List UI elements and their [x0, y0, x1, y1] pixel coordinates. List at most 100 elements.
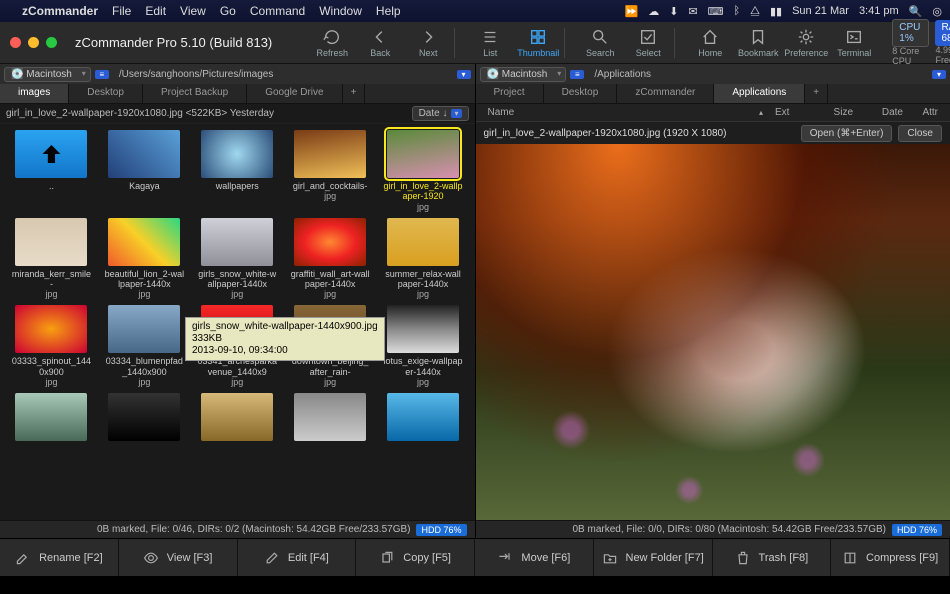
- menu-file[interactable]: File: [112, 4, 131, 18]
- toolbar-search[interactable]: Search: [578, 28, 622, 58]
- menu-go[interactable]: Go: [220, 4, 236, 18]
- menubar-extra-icon[interactable]: ᛒ: [734, 5, 741, 17]
- toolbar-back[interactable]: Back: [358, 28, 402, 58]
- left-drive-menu[interactable]: ≡: [95, 70, 109, 79]
- fn-copy-button[interactable]: Copy [F5]: [356, 539, 475, 576]
- menubar-time[interactable]: 3:41 pm: [859, 5, 899, 17]
- col-name[interactable]: Name: [482, 107, 753, 118]
- compress-icon: [842, 550, 858, 566]
- menu-command[interactable]: Command: [250, 4, 305, 18]
- thumbnail-cell[interactable]: girls_snow_white-wallpaper-1440xjpg: [194, 218, 281, 300]
- image-preview[interactable]: [476, 144, 950, 520]
- toolbar-thumbnail[interactable]: Thumbnail: [516, 28, 560, 58]
- toolbar-terminal[interactable]: Terminal: [832, 28, 876, 58]
- col-ext[interactable]: Ext: [769, 107, 809, 118]
- thumbnail-image: [15, 305, 87, 353]
- left-tab[interactable]: Desktop: [69, 84, 143, 103]
- left-tab[interactable]: images: [0, 84, 69, 103]
- preview-open-button[interactable]: Open (⌘+Enter): [801, 125, 893, 142]
- window-minimize[interactable]: [28, 37, 39, 48]
- toolbar-home[interactable]: Home: [688, 28, 732, 58]
- left-path-menu[interactable]: ▾: [457, 70, 471, 79]
- right-tab[interactable]: Applications: [714, 84, 805, 103]
- trash-icon: [735, 550, 751, 566]
- thumbnail-cell[interactable]: 03333_spinout_1440x900jpg: [8, 305, 95, 387]
- toolbar-next[interactable]: Next: [406, 28, 450, 58]
- fn-rename-button[interactable]: Rename [F2]: [0, 539, 119, 576]
- thumbnail-cell[interactable]: Kagaya: [101, 130, 188, 212]
- fn-compress-button[interactable]: Compress [F9]: [831, 539, 950, 576]
- thumbnail-label: lotus_exige-wallpaper-1440x: [383, 356, 463, 377]
- menubar-wifi-icon[interactable]: ⧋: [750, 5, 760, 18]
- menu-edit[interactable]: Edit: [145, 4, 166, 18]
- thumbnail-ext: jpg: [231, 377, 243, 387]
- app-menu[interactable]: zCommander: [22, 4, 98, 18]
- toolbar-select[interactable]: Select: [626, 28, 670, 58]
- thumbnail-cell[interactable]: [287, 393, 374, 441]
- window-zoom[interactable]: [46, 37, 57, 48]
- thumbnail-cell[interactable]: summer_relax-wallpaper-1440xjpg: [380, 218, 467, 300]
- menubar-extra-icon[interactable]: ☁: [648, 5, 659, 18]
- right-tab-add[interactable]: +: [805, 84, 828, 103]
- left-tab[interactable]: Google Drive: [247, 84, 342, 103]
- right-tab[interactable]: Desktop: [544, 84, 618, 103]
- menubar-search-icon[interactable]: 🔍: [909, 5, 923, 18]
- thumbnail-cell[interactable]: girl_and_cocktails-jpg: [287, 130, 374, 212]
- fn-view-button[interactable]: View [F3]: [119, 539, 238, 576]
- fn-newfolder-button[interactable]: New Folder [F7]: [594, 539, 713, 576]
- thumbnail-cell[interactable]: [194, 393, 281, 441]
- thumbnail-cell[interactable]: [380, 393, 467, 441]
- preview-header: girl_in_love_2-wallpaper-1920x1080.jpg (…: [476, 122, 950, 144]
- thumbnail-cell[interactable]: [101, 393, 188, 441]
- fn-edit-button[interactable]: Edit [F4]: [238, 539, 357, 576]
- right-drive-menu[interactable]: ≡: [570, 70, 584, 79]
- right-tab[interactable]: Project: [476, 84, 544, 103]
- toolbar-bookmark[interactable]: Bookmark: [736, 28, 780, 58]
- left-sort-button[interactable]: Date ↓▾: [412, 106, 469, 121]
- menubar-extra-icon[interactable]: ⬇: [669, 5, 678, 18]
- fn-label: Edit [F4]: [288, 552, 329, 564]
- menubar-extra-icon[interactable]: ⌨: [708, 5, 724, 18]
- menubar-date[interactable]: Sun 21 Mar: [792, 5, 849, 17]
- left-tab[interactable]: Project Backup: [143, 84, 247, 103]
- menu-help[interactable]: Help: [376, 4, 401, 18]
- thumbnail-cell[interactable]: lotus_exige-wallpaper-1440xjpg: [380, 305, 467, 387]
- thumbnail-cell[interactable]: 03334_blumenpfad_1440x900jpg: [101, 305, 188, 387]
- window-close[interactable]: [10, 37, 21, 48]
- right-column-header[interactable]: Name ▴ Ext Size Date Attr: [476, 104, 950, 122]
- col-date[interactable]: Date: [859, 107, 909, 118]
- thumbnail-cell[interactable]: girl_in_love_2-wallpaper-1920jpg: [380, 130, 467, 212]
- right-tab[interactable]: zCommander: [617, 84, 714, 103]
- left-tab-add[interactable]: +: [343, 84, 366, 103]
- fn-label: Rename [F2]: [39, 552, 103, 564]
- left-drive-select[interactable]: 💽 Macintosh: [4, 67, 91, 82]
- menubar-battery-icon[interactable]: ▮▮: [770, 5, 782, 18]
- toolbar-preference[interactable]: Preference: [784, 28, 828, 58]
- move-icon: [497, 550, 513, 566]
- thumbnail-cell[interactable]: [8, 393, 95, 441]
- right-path[interactable]: /Applications: [588, 69, 932, 80]
- toolbar-list[interactable]: List: [468, 28, 512, 58]
- preview-close-button[interactable]: Close: [898, 125, 942, 142]
- col-size[interactable]: Size: [809, 107, 859, 118]
- toolbar-refresh[interactable]: Refresh: [310, 28, 354, 58]
- right-drive-select[interactable]: 💽 Macintosh: [480, 67, 567, 82]
- thumbnail-cell[interactable]: ..: [8, 130, 95, 212]
- right-path-menu[interactable]: ▾: [932, 70, 946, 79]
- left-path[interactable]: /Users/sanghoons/Pictures/images: [113, 69, 457, 80]
- fn-move-button[interactable]: Move [F6]: [475, 539, 594, 576]
- menubar-extra-icon[interactable]: ✉: [688, 5, 697, 18]
- menu-view[interactable]: View: [180, 4, 206, 18]
- thumbnail-grid[interactable]: girls_snow_white-wallpaper-1440x900.jpg …: [0, 124, 475, 520]
- menubar-extra-icon[interactable]: ⏩: [625, 5, 639, 18]
- thumbnail-cell[interactable]: beautiful_lion_2-wallpaper-1440xjpg: [101, 218, 188, 300]
- col-attr[interactable]: Attr: [909, 107, 944, 118]
- thumbnail-cell[interactable]: miranda_kerr_smile-jpg: [8, 218, 95, 300]
- terminal-icon: [845, 28, 863, 46]
- thumbnail-cell[interactable]: wallpapers: [194, 130, 281, 212]
- thumbnail-cell[interactable]: graffiti_wall_art-wallpaper-1440xjpg: [287, 218, 374, 300]
- menu-window[interactable]: Window: [319, 4, 362, 18]
- menubar-siri-icon[interactable]: ◎: [932, 5, 942, 18]
- thumbnail-image: [294, 393, 366, 441]
- fn-trash-button[interactable]: Trash [F8]: [713, 539, 832, 576]
